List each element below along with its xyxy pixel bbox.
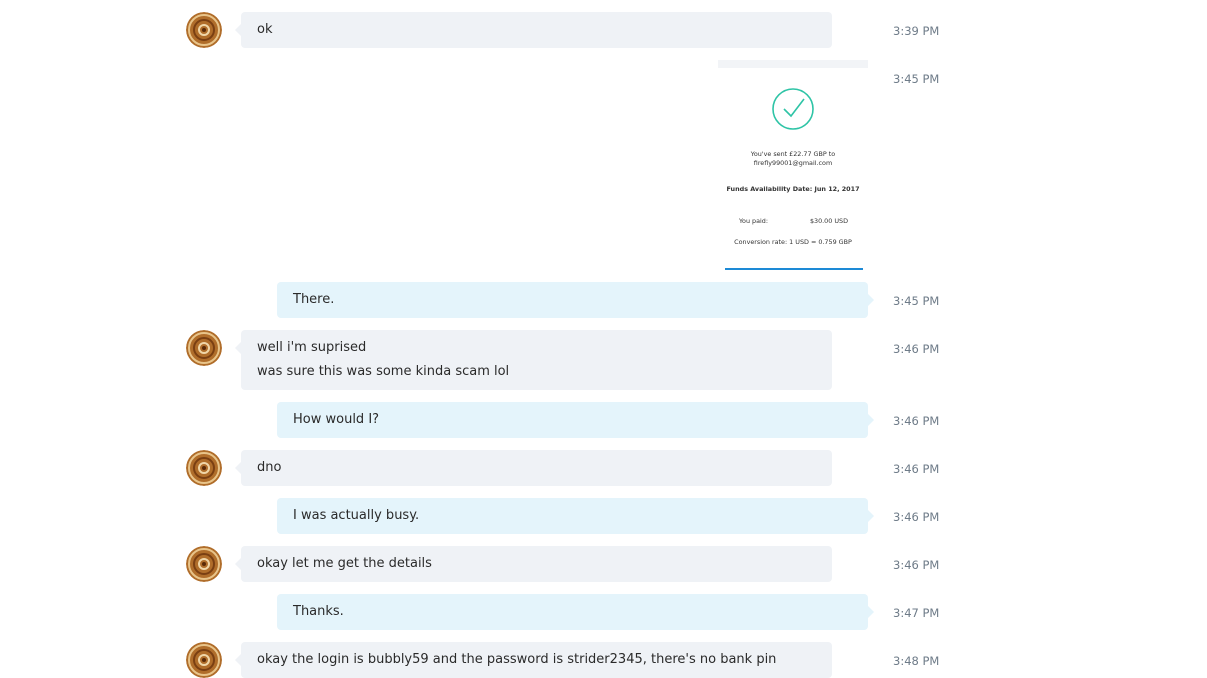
message-text: I was actually busy. [293,508,420,523]
message-text: How would I? [293,412,380,427]
receipt-button-edge [725,268,863,270]
cinnamon-roll-avatar-icon [186,450,222,486]
message-bubble-outgoing[interactable]: I was actually busy. [277,498,874,534]
contact-avatar[interactable] [186,330,222,366]
receipt-sent-text: You've sent £22.77 GBP to firefly99001@g… [750,150,836,167]
receipt-paid-value: $30.00 USD [809,217,848,225]
message-text: ok [257,22,273,37]
receipt-conversion-rate: Conversion rate: 1 USD = 0.759 GBP [734,238,852,246]
cinnamon-roll-avatar-icon [186,642,222,678]
message-bubble-outgoing[interactable]: There. [277,282,874,318]
message-bubble-incoming[interactable]: dno [235,450,832,486]
message-timestamp: 3:46 PM [893,510,940,524]
message-text: dno [257,460,282,475]
message-timestamp: 3:39 PM [893,24,940,38]
cinnamon-roll-avatar-icon [186,330,222,366]
receipt-funds-date: Funds Availability Date: Jun 12, 2017 [726,185,860,193]
message-text: Thanks. [293,604,344,619]
message-text: was sure this was some kinda scam lol [257,364,510,379]
message-bubble-incoming[interactable]: ok [235,12,832,48]
message-text: okay the login is bubbly59 and the passw… [257,652,777,667]
message-bubble-outgoing[interactable]: Thanks. [277,594,874,630]
message-timestamp: 3:45 PM [893,294,940,308]
cinnamon-roll-avatar-icon [186,12,222,48]
message-timestamp: 3:46 PM [893,342,940,356]
chat-history: ok 3:39 PM You've sent £22.77 GBP to fir… [0,0,1207,678]
message-bubble-incoming[interactable]: okay let me get the details [235,546,832,582]
contact-avatar[interactable] [186,450,222,486]
contact-avatar[interactable] [186,546,222,582]
message-bubble-incoming[interactable]: okay the login is bubbly59 and the passw… [235,642,832,678]
message-bubble-incoming[interactable]: well i'm suprised was sure this was some… [235,330,832,390]
message-timestamp: 3:46 PM [893,558,940,572]
message-text: well i'm suprised [257,340,367,355]
cinnamon-roll-avatar-icon [186,546,222,582]
contact-avatar[interactable] [186,12,222,48]
message-timestamp: 3:45 PM [893,72,940,86]
message-text: okay let me get the details [257,556,432,571]
payment-receipt-image[interactable]: You've sent £22.77 GBP to firefly99001@g… [718,60,868,270]
message-timestamp: 3:46 PM [893,462,940,476]
checkmark-circle-icon [772,88,814,130]
message-timestamp: 3:48 PM [893,654,940,668]
receipt-paid-label: You paid: [739,217,769,225]
message-timestamp: 3:46 PM [893,414,940,428]
message-text: There. [293,292,335,307]
contact-avatar[interactable] [186,642,222,678]
message-timestamp: 3:47 PM [893,606,940,620]
message-bubble-outgoing[interactable]: How would I? [277,402,874,438]
